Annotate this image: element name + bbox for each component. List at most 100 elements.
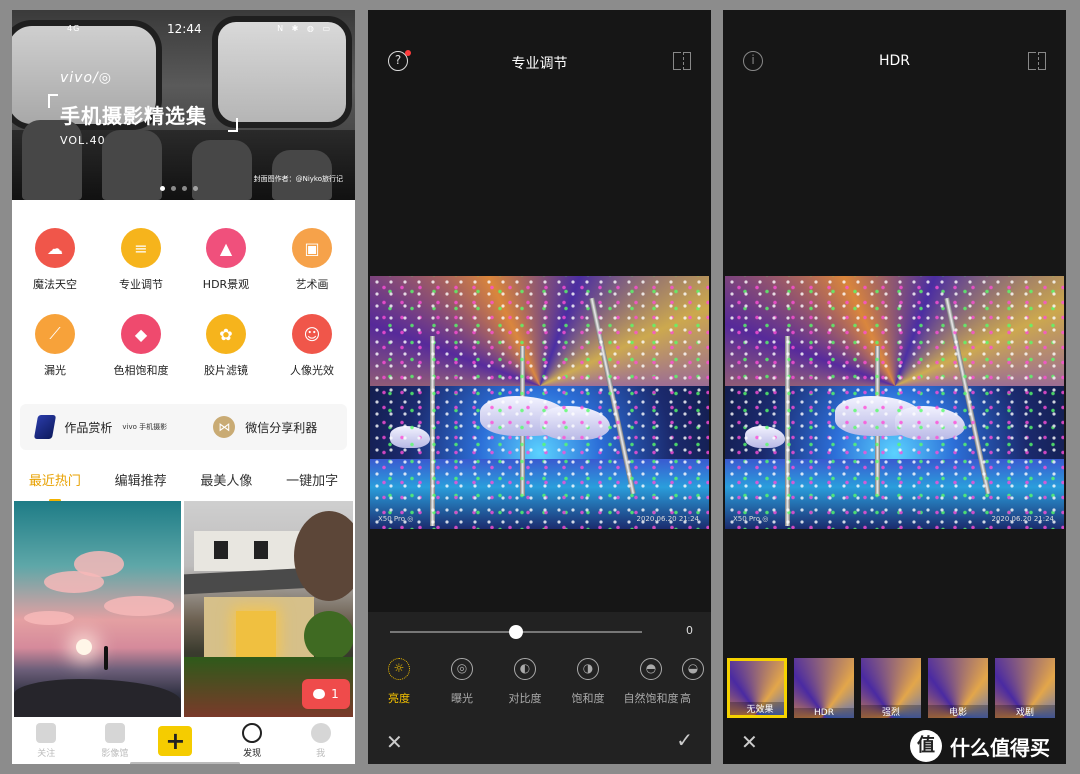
confirm-button[interactable]: ✓ (676, 728, 693, 752)
cancel-button[interactable]: ✕ (386, 730, 403, 754)
adjust-panel: 0 ☼ 亮度 ◎ 曝光 ◐ 对比度 ◑ 饱和度 ◓ 自然饱和度 ◒ 高 ✕ ✓ (368, 612, 711, 764)
banner-volume: VOL.40 (60, 134, 106, 147)
nav-label: 发现 (243, 749, 262, 759)
vivo-photo-label: vivo 手机摄影 (122, 422, 168, 431)
hdr-screen: i HDR X50 Pro ◎ 2020.06.20 21:24 无效果 HDR (723, 10, 1066, 764)
feed-tabs: 最近热门 编辑推荐 最美人像 一键加字 (12, 470, 355, 502)
chat-bubble-icon (313, 689, 326, 699)
home-indicator (130, 762, 240, 764)
message-count: 1 (331, 687, 339, 701)
works-gallery-button[interactable]: 作品赏析 vivo 手机摄影 (20, 415, 184, 439)
filter-drama[interactable]: 戏剧 (995, 658, 1055, 718)
status-icons: N ✱ ◍ ▭ (277, 24, 333, 33)
filter-label: 戏剧 (995, 705, 1055, 718)
tab-add-text[interactable]: 一键加字 (286, 470, 338, 496)
carousel-dot[interactable] (182, 186, 187, 191)
adjust-brightness[interactable]: ☼ 亮度 (368, 658, 430, 706)
tool-portrait-light[interactable]: ☺ 人像光效 (269, 314, 355, 378)
tab-portrait[interactable]: 最美人像 (200, 470, 252, 496)
message-badge[interactable]: 1 (302, 679, 350, 709)
works-gallery-label: 作品赏析 (64, 420, 113, 435)
light-leak-icon: ⟋ (35, 314, 75, 354)
smzdm-watermark: 值 什么值得买 (910, 730, 1050, 762)
screenshot-collage: 4G 12:44 N ✱ ◍ ▭ vivo/◎ 手机摄影精选集 VOL.40 封… (0, 0, 1080, 774)
filter-label: 强烈 (861, 705, 921, 718)
adjust-label: 曝光 (451, 692, 473, 705)
page-title: HDR (878, 53, 911, 69)
cloud-icon: ☁ (35, 228, 75, 268)
tool-label: 魔法天空 (33, 278, 77, 291)
filter-movie[interactable]: 电影 (928, 658, 988, 718)
profile-icon (310, 723, 331, 743)
adjust-vibrance[interactable]: ◓ 自然饱和度 (620, 658, 682, 706)
slider-handle[interactable] (509, 625, 523, 639)
tool-label: 漏光 (44, 364, 66, 377)
filter-none[interactable]: 无效果 (727, 658, 787, 718)
adjust-label: 饱和度 (571, 692, 605, 705)
tool-light-leak[interactable]: ⟋ 漏光 (12, 314, 98, 378)
tool-art[interactable]: ▣ 艺术画 (269, 228, 355, 292)
adjust-label: 高 (680, 692, 691, 705)
tool-film-filter[interactable]: ✿ 胶片滤镜 (183, 314, 269, 378)
banner-carousel[interactable]: 4G 12:44 N ✱ ◍ ▭ vivo/◎ 手机摄影精选集 VOL.40 封… (12, 10, 355, 200)
page-title: 专业调节 (511, 56, 568, 72)
tool-pro-adjust[interactable]: ≡ 专业调节 (98, 228, 184, 292)
compare-icon[interactable] (673, 52, 691, 70)
tool-label: 色相饱和度 (113, 364, 169, 377)
bracket-left-icon (48, 94, 58, 108)
adjust-label: 亮度 (388, 692, 410, 705)
nav-gallery[interactable]: 影像馆 (90, 723, 140, 759)
carousel-dot[interactable] (193, 186, 198, 191)
compare-icon[interactable] (1028, 52, 1046, 70)
feature-row: 作品赏析 vivo 手机摄影 ⋈ 微信分享利器 (20, 404, 347, 450)
filter-hdr[interactable]: HDR (794, 658, 854, 718)
filter-label: 电影 (928, 705, 988, 718)
photo-preview: X50 Pro ◎ 2020.06.20 21:24 (370, 276, 709, 529)
banner-credit: 封面图作者：@Niyko旅行记 (253, 175, 343, 183)
bracket-right-icon (228, 118, 238, 132)
contrast-icon: ◐ (514, 658, 536, 680)
wechat-share-button[interactable]: ⋈ 微信分享利器 (184, 416, 348, 438)
nav-create[interactable]: + (158, 726, 208, 756)
photo-watermark-date: 2020.06.20 21:24 (636, 515, 699, 523)
photo-watermark-model: X50 Pro ◎ (378, 515, 414, 523)
tool-magic-sky[interactable]: ☁ 魔法天空 (12, 228, 98, 292)
carousel-dot[interactable] (160, 186, 165, 191)
share-icon: ⋈ (213, 416, 236, 438)
saturation-icon: ◑ (577, 658, 599, 680)
plus-icon: + (158, 726, 193, 756)
pro-adjust-screen: ? 专业调节 X50 Pro ◎ 2020.06.20 21:24 0 ☼ 亮度 (368, 10, 711, 764)
status-time: 12:44 (167, 22, 202, 36)
nav-label: 影像馆 (101, 749, 129, 759)
carousel-dot[interactable] (171, 186, 176, 191)
sun-icon: ☼ (388, 658, 410, 680)
compass-icon (242, 723, 263, 743)
nav-label: 关注 (37, 749, 56, 759)
drop-icon: ◆ (121, 314, 161, 354)
tab-editor-pick[interactable]: 编辑推荐 (115, 470, 167, 496)
photo-watermark-model: X50 Pro ◎ (733, 515, 769, 523)
signal-icon: 4G (67, 24, 81, 33)
filter-label: HDR (794, 708, 854, 718)
feed-card-sunset[interactable] (14, 501, 181, 717)
hdr-filter-strip: 无效果 HDR 强烈 电影 戏剧 (727, 658, 1066, 720)
tool-hdr-landscape[interactable]: ▲ HDR景观 (183, 228, 269, 292)
slider-value: 0 (686, 624, 693, 637)
adjust-highlights[interactable]: ◒ 高 (680, 658, 711, 706)
filter-strong[interactable]: 强烈 (861, 658, 921, 718)
follow-icon (36, 723, 57, 743)
adjust-saturation[interactable]: ◑ 饱和度 (557, 658, 619, 706)
tool-hue-saturation[interactable]: ◆ 色相饱和度 (98, 314, 184, 378)
nav-profile[interactable]: 我 (296, 723, 346, 759)
nav-follow[interactable]: 关注 (21, 723, 71, 759)
adjust-exposure[interactable]: ◎ 曝光 (431, 658, 493, 706)
bottom-nav: 关注 影像馆 + 发现 我 (12, 718, 355, 764)
nav-discover[interactable]: 发现 (227, 723, 277, 759)
cancel-button[interactable]: ✕ (741, 730, 758, 754)
tab-hot[interactable]: 最近热门 (29, 470, 81, 502)
photo-preview: X50 Pro ◎ 2020.06.20 21:24 (725, 276, 1064, 529)
film-circles-icon: ✿ (206, 314, 246, 354)
adjust-contrast[interactable]: ◐ 对比度 (494, 658, 556, 706)
portrait-icon: ☺ (292, 314, 332, 354)
home-screen: 4G 12:44 N ✱ ◍ ▭ vivo/◎ 手机摄影精选集 VOL.40 封… (12, 10, 355, 764)
